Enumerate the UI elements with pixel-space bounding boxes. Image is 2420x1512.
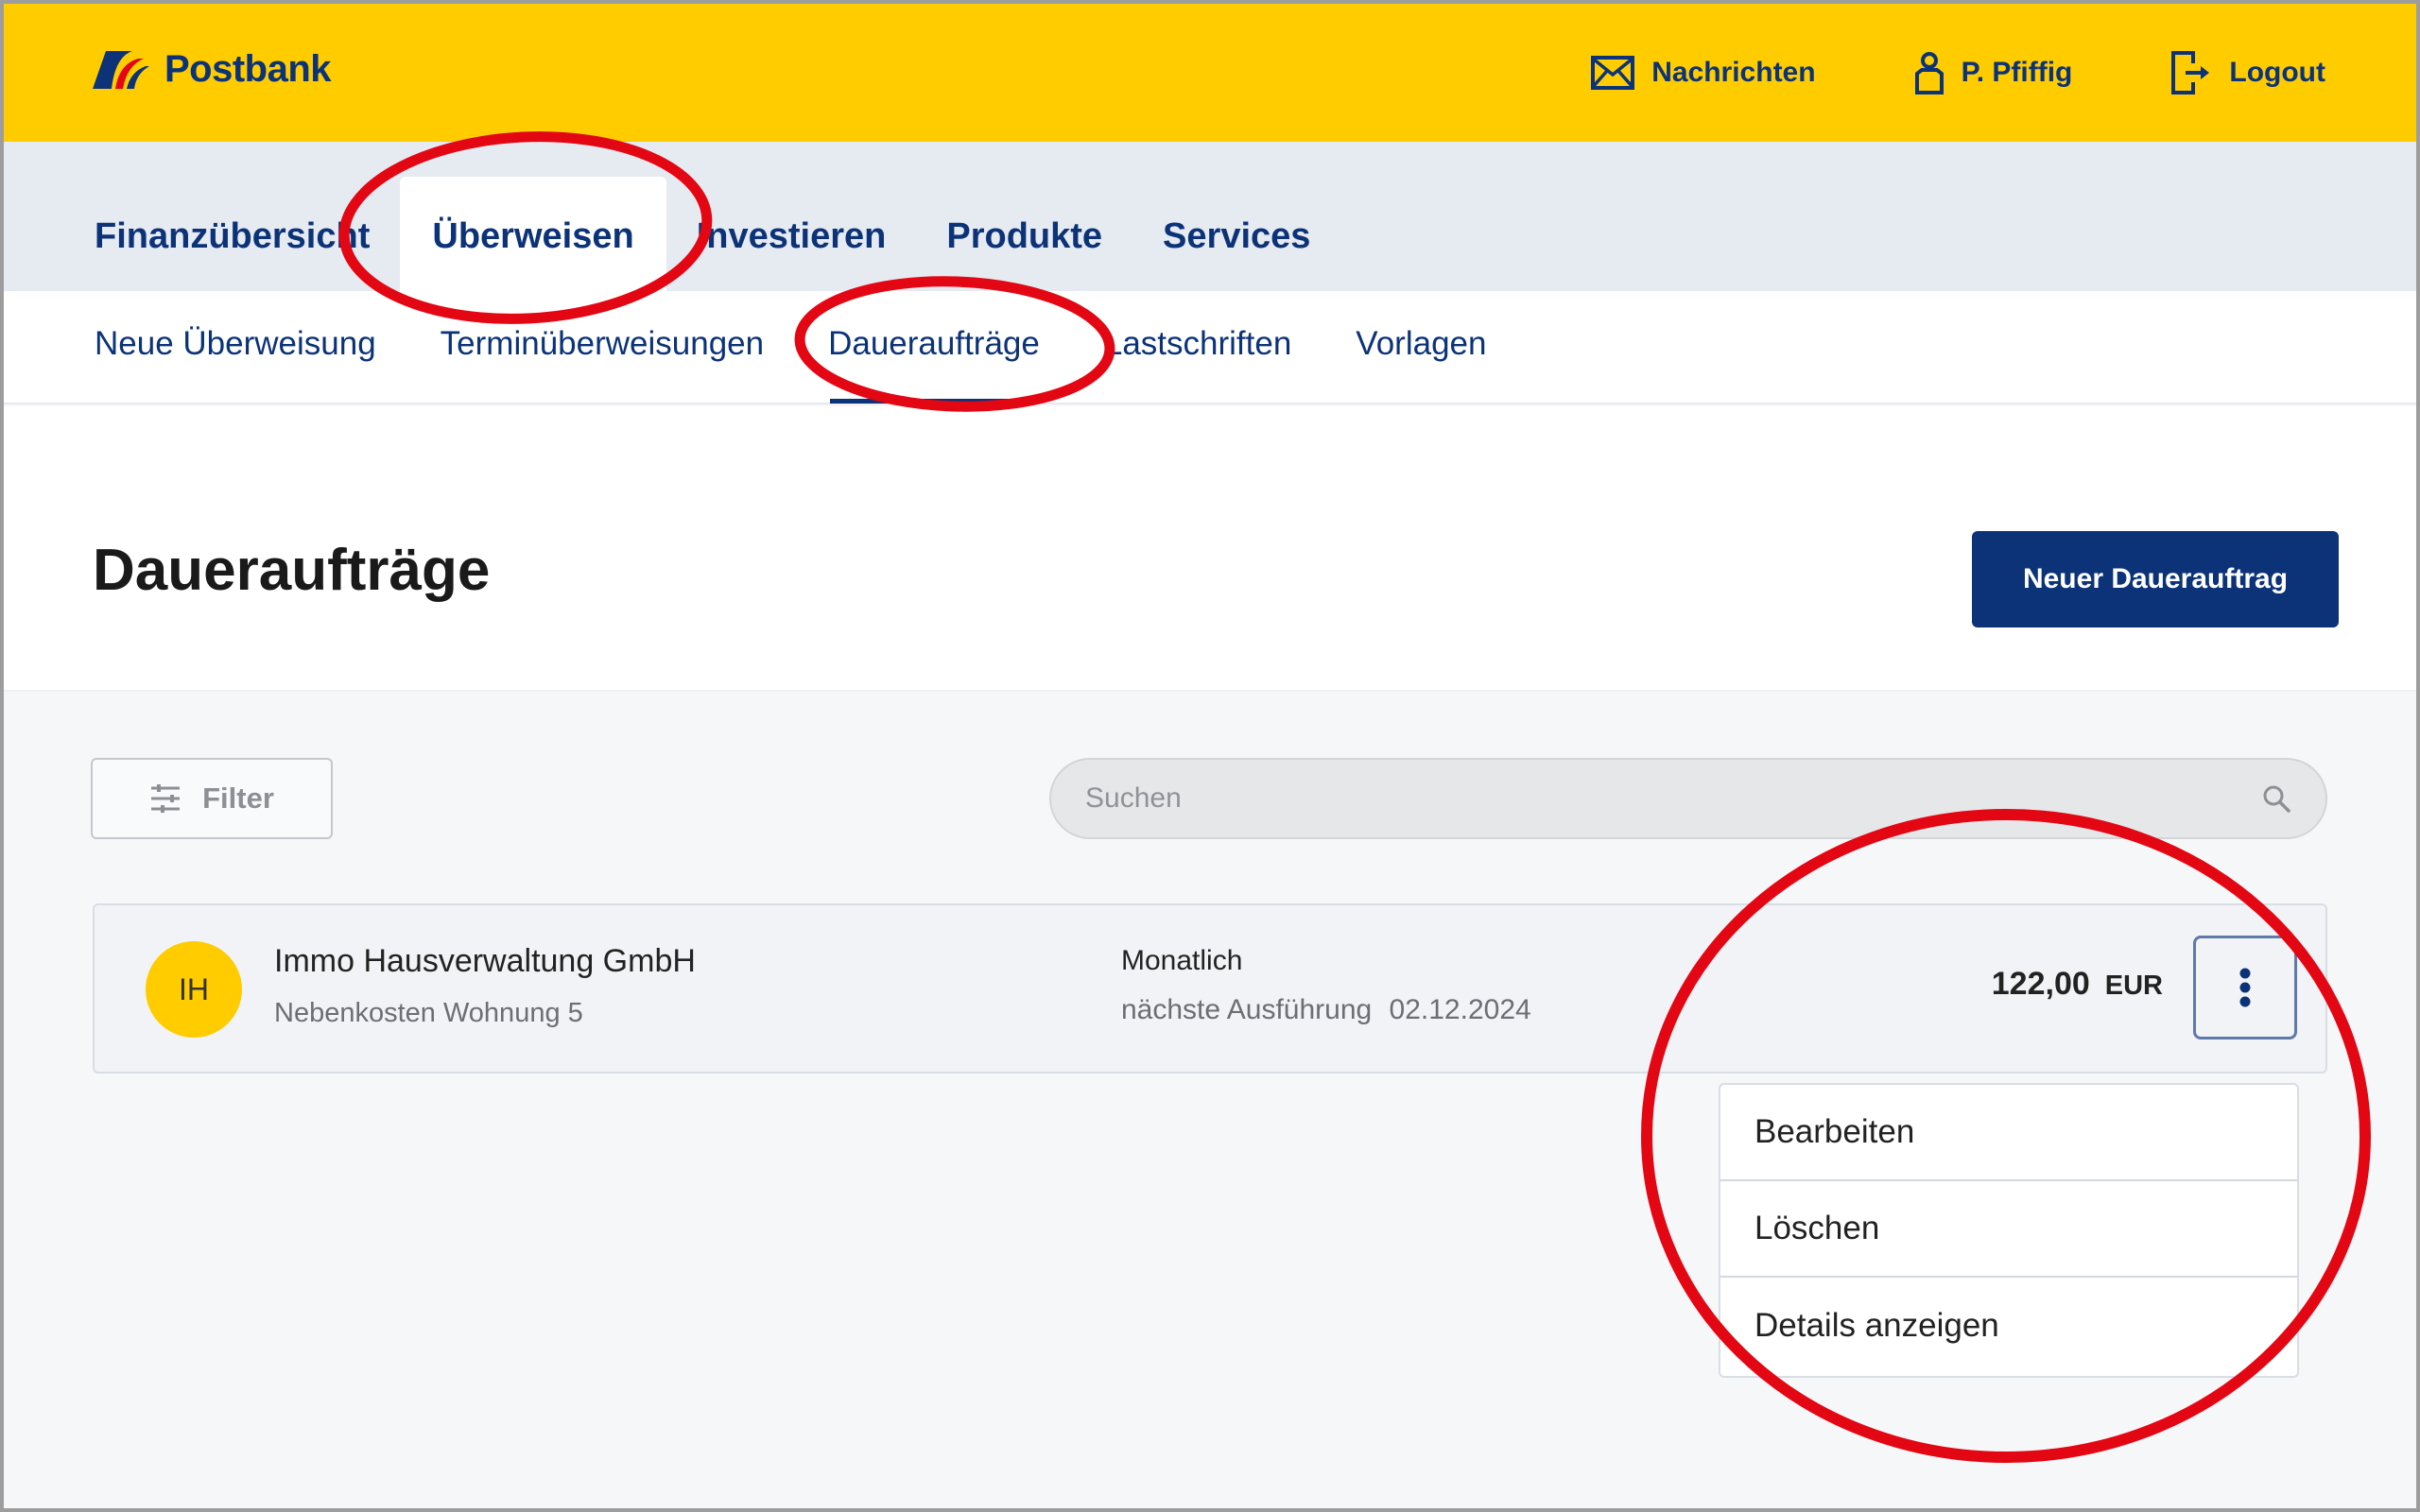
brand-name: Postbank bbox=[164, 47, 332, 90]
sub-nav-neue-ueberweisung[interactable]: Neue Überweisung bbox=[95, 291, 376, 403]
standing-order-row[interactable]: IH Immo Hausverwaltung GmbH Nebenkosten … bbox=[93, 903, 2327, 1074]
logout-icon bbox=[2171, 51, 2210, 94]
new-standing-order-button[interactable]: Neuer Dauerauftrag bbox=[1972, 531, 2339, 627]
payment-frequency: Monatlich bbox=[1121, 945, 1243, 976]
payee-initials: IH bbox=[179, 971, 209, 1006]
payee-avatar: IH bbox=[146, 941, 242, 1038]
sub-nav-terminueberweisungen[interactable]: Terminüberweisungen bbox=[441, 291, 764, 403]
main-nav-finanzuebersicht[interactable]: Finanzübersicht bbox=[70, 177, 400, 291]
next-execution: nächste Ausführung 02.12.2024 bbox=[1121, 994, 1531, 1026]
sub-nav-lastschriften[interactable]: Lastschriften bbox=[1104, 291, 1291, 403]
filter-label: Filter bbox=[202, 782, 274, 815]
next-execution-label: nächste Ausführung bbox=[1121, 994, 1373, 1025]
postbank-logo-icon bbox=[93, 51, 149, 89]
main-nav-services[interactable]: Services bbox=[1132, 177, 1340, 291]
search-input[interactable] bbox=[1085, 782, 2261, 815]
header-actions: Nachrichten P. Pfiffig Logout bbox=[1591, 4, 2325, 142]
sub-nav-vorlagen[interactable]: Vorlagen bbox=[1356, 291, 1486, 403]
amount-value: 122,00 bbox=[1991, 966, 2090, 1002]
search-icon[interactable] bbox=[2261, 783, 2291, 814]
main-nav-ueberweisen[interactable]: Überweisen bbox=[400, 177, 666, 291]
filter-sliders-icon bbox=[151, 784, 181, 813]
next-execution-date: 02.12.2024 bbox=[1389, 994, 1531, 1025]
amount-currency: EUR bbox=[2104, 971, 2163, 1001]
payment-purpose: Nebenkosten Wohnung 5 bbox=[274, 998, 583, 1028]
menu-item-edit[interactable]: Bearbeiten bbox=[1720, 1085, 2297, 1181]
browser-viewport: Postbank Nachrichten P. Pfiffig Logout F… bbox=[4, 4, 2416, 1508]
profile-name: P. Pfiffig bbox=[1961, 57, 2073, 88]
top-bar: Postbank Nachrichten P. Pfiffig Logout bbox=[4, 4, 2416, 142]
main-nav-investieren[interactable]: Investieren bbox=[666, 177, 917, 291]
logout-label: Logout bbox=[2229, 57, 2325, 88]
more-actions-button[interactable] bbox=[2193, 936, 2297, 1040]
actions-context-menu: Bearbeiten Löschen Details anzeigen bbox=[1719, 1083, 2299, 1378]
profile-link[interactable]: P. Pfiffig bbox=[1914, 51, 2073, 94]
menu-item-delete[interactable]: Löschen bbox=[1720, 1181, 2297, 1278]
payment-amount: 122,00 EUR bbox=[1992, 966, 2163, 1003]
page-title: Daueraufträge bbox=[93, 538, 491, 603]
page-header: Daueraufträge Neuer Dauerauftrag bbox=[4, 406, 2416, 692]
search-field[interactable] bbox=[1049, 758, 2327, 839]
messages-label: Nachrichten bbox=[1651, 57, 1816, 88]
menu-item-show-details[interactable]: Details anzeigen bbox=[1720, 1278, 2297, 1374]
mail-icon bbox=[1591, 56, 1635, 90]
main-nav-produkte[interactable]: Produkte bbox=[916, 177, 1132, 291]
user-icon bbox=[1914, 52, 1944, 94]
kebab-menu-icon bbox=[2239, 968, 2251, 1007]
messages-link[interactable]: Nachrichten bbox=[1591, 56, 1816, 90]
payee-name: Immo Hausverwaltung GmbH bbox=[274, 943, 696, 979]
postbank-logo[interactable]: Postbank bbox=[91, 47, 332, 91]
sub-navigation: Neue Überweisung Terminüberweisungen Dau… bbox=[4, 291, 2416, 404]
sub-nav-dauerauftraege[interactable]: Daueraufträge bbox=[828, 291, 1040, 404]
main-navigation: Finanzübersicht Überweisen Investieren P… bbox=[4, 142, 2416, 291]
filter-button[interactable]: Filter bbox=[91, 758, 333, 839]
logout-link[interactable]: Logout bbox=[2170, 50, 2325, 95]
